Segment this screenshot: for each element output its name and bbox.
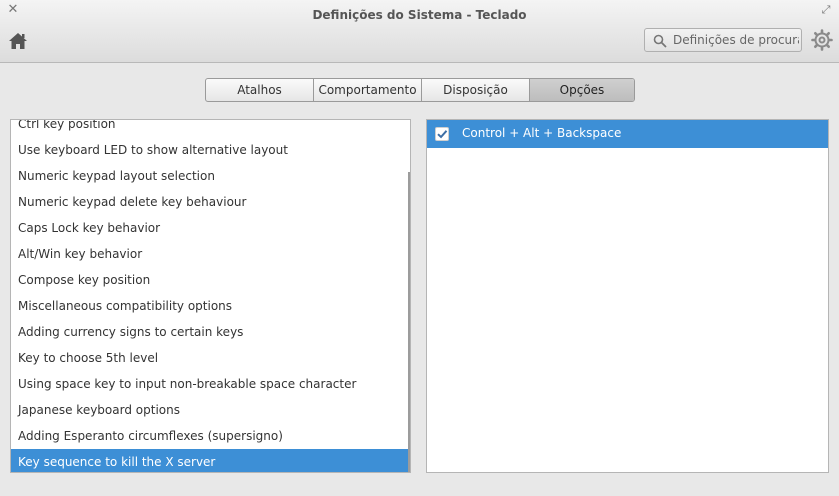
list-item[interactable]: Japanese keyboard options bbox=[11, 397, 410, 423]
tab-atalhos[interactable]: Atalhos bbox=[206, 79, 314, 101]
options-panel: Control + Alt + Backspace bbox=[426, 119, 829, 473]
home-button[interactable] bbox=[8, 31, 28, 51]
list-item[interactable]: Using space key to input non-breakable s… bbox=[11, 371, 410, 397]
list-item[interactable]: Use keyboard LED to show alternative lay… bbox=[11, 137, 410, 163]
option-group-list[interactable]: Ctrl key position Use keyboard LED to sh… bbox=[10, 119, 411, 473]
option-checkbox[interactable] bbox=[435, 127, 449, 141]
home-icon bbox=[9, 33, 27, 49]
list-item[interactable]: Adding Esperanto circumflexes (supersign… bbox=[11, 423, 410, 449]
tab-disposicao[interactable]: Disposição bbox=[422, 79, 530, 101]
maximize-button[interactable]: ⤢ bbox=[819, 3, 833, 17]
list-item[interactable]: Numeric keypad delete key behaviour bbox=[11, 189, 410, 215]
list-item-selected[interactable]: Key sequence to kill the X server bbox=[11, 449, 410, 472]
search-icon bbox=[653, 34, 667, 48]
list-item[interactable]: Alt/Win key behavior bbox=[11, 241, 410, 267]
option-item[interactable]: Control + Alt + Backspace bbox=[427, 120, 828, 148]
tab-opcoes[interactable]: Opções bbox=[530, 79, 634, 101]
list-item[interactable]: Ctrl key position bbox=[11, 120, 410, 137]
list-item[interactable]: Adding currency signs to certain keys bbox=[11, 319, 410, 345]
list-item[interactable]: Caps Lock key behavior bbox=[11, 215, 410, 241]
tab-bar: Atalhos Comportamento Disposição Opções bbox=[205, 78, 635, 102]
settings-button[interactable] bbox=[811, 29, 833, 51]
checkmark-icon bbox=[437, 130, 448, 139]
list-scrollbar[interactable] bbox=[408, 172, 410, 472]
window-title: Definições do Sistema - Teclado bbox=[312, 8, 527, 22]
tab-comportamento[interactable]: Comportamento bbox=[314, 79, 422, 101]
list-item[interactable]: Miscellaneous compatibility options bbox=[11, 293, 410, 319]
option-label: Control + Alt + Backspace bbox=[462, 126, 622, 140]
title-bar: ✕ Definições do Sistema - Teclado ⤢ bbox=[0, 0, 839, 63]
list-item[interactable]: Key to choose 5th level bbox=[11, 345, 410, 371]
search-box[interactable] bbox=[644, 28, 802, 52]
search-input[interactable] bbox=[673, 31, 799, 49]
list-item[interactable]: Compose key position bbox=[11, 267, 410, 293]
list-item[interactable]: Numeric keypad layout selection bbox=[11, 163, 410, 189]
gear-icon bbox=[811, 29, 833, 51]
